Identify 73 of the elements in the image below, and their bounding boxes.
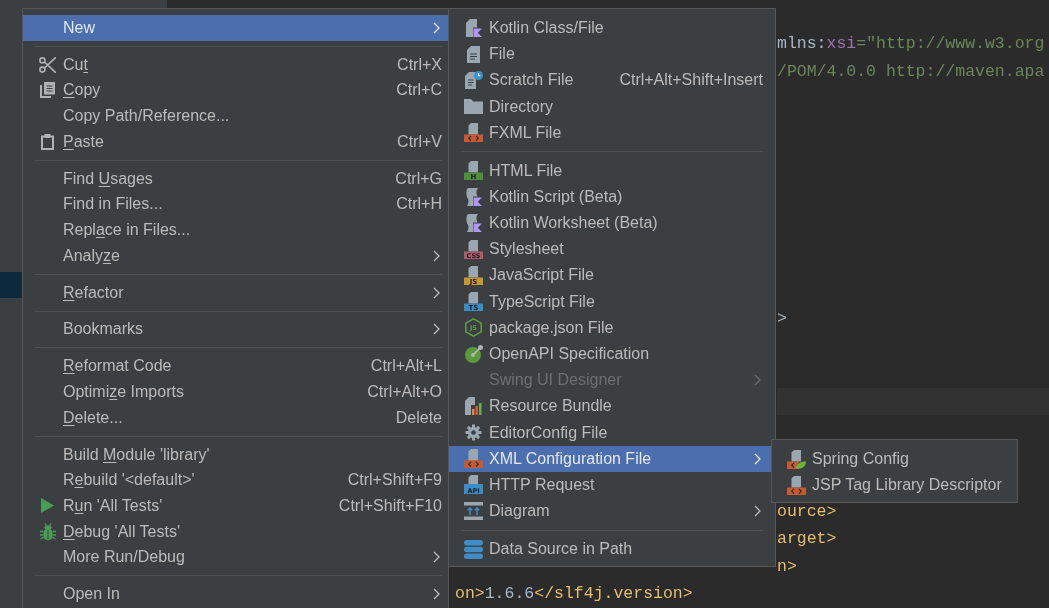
scissors-icon <box>39 56 56 73</box>
menu-item[interactable]: Reformat Code Ctrl+Alt+L <box>23 353 448 380</box>
database-icon <box>464 539 483 559</box>
menu-item[interactable]: Scratch File Ctrl+Alt+Shift+Insert <box>449 67 775 94</box>
file-chart-icon <box>465 397 482 416</box>
shortcut-text: Ctrl+Alt+O <box>366 383 442 402</box>
code-text: mlns:xsi="http://www.w3.org <box>777 37 1045 51</box>
menu-item[interactable]: Paste Ctrl+V <box>23 128 448 155</box>
menu-item[interactable]: Kotlin Class/File <box>449 15 775 42</box>
menu-item[interactable]: Directory <box>449 93 775 120</box>
menu-item[interactable]: Find in Files... Ctrl+H <box>23 191 448 218</box>
menu-item[interactable]: Refactor <box>23 279 448 306</box>
code-text: > <box>777 312 787 326</box>
menu-item[interactable]: Spring Config <box>772 446 1017 473</box>
code-text: n> <box>777 559 797 573</box>
menu-item[interactable]: Kotlin Worksheet (Beta) <box>449 210 775 237</box>
file-clock-icon <box>464 71 483 90</box>
code-text: on>1.6.6</slf4j.version> <box>455 587 693 601</box>
file-icon <box>467 45 480 63</box>
menu-item[interactable]: Rebuild '<default>' Ctrl+Shift+F9 <box>23 467 448 494</box>
shortcut-text: Ctrl+H <box>395 195 442 214</box>
menu-item[interactable]: Data Source in Path <box>449 535 775 563</box>
folder-icon <box>464 99 483 115</box>
kotlin-script-icon <box>465 187 482 206</box>
menu-item[interactable]: More Run/Debug <box>23 544 448 571</box>
menu-item[interactable]: Diagram <box>449 498 775 525</box>
menu-item[interactable]: FXML File <box>449 119 775 146</box>
menu-item[interactable]: Run 'All Tests' Ctrl+Shift+F10 <box>23 493 448 519</box>
code-text: ource> <box>777 504 837 518</box>
menu-item[interactable]: Replace in Files... <box>23 217 448 243</box>
menu-item[interactable]: JSP Tag Library Descriptor <box>772 472 1017 499</box>
menu-item[interactable]: Find Usages Ctrl+G <box>23 165 448 192</box>
code-file-icon <box>787 475 806 495</box>
code-file-leaf-icon <box>787 449 806 469</box>
shortcut-text: Ctrl+Shift+F10 <box>337 496 442 515</box>
bug-icon <box>39 523 56 541</box>
menu-item[interactable]: Open In <box>23 581 448 608</box>
menu-item[interactable]: Copy Path/Reference... <box>23 103 448 129</box>
menu-item[interactable]: Copy Ctrl+C <box>23 77 448 104</box>
menu-item[interactable]: Debug 'All Tests' <box>23 518 448 545</box>
menu-item[interactable]: OpenAPI Specification <box>449 340 775 368</box>
code-file-icon <box>464 449 483 469</box>
shortcut-text: Ctrl+C <box>395 81 442 100</box>
menu-item[interactable]: Cut Ctrl+X <box>23 51 448 78</box>
copy-icon <box>40 82 55 99</box>
menu-item[interactable]: Bookmarks <box>23 316 448 343</box>
gear-icon <box>465 424 482 442</box>
needle-circle-icon <box>464 345 483 364</box>
code-text: arget> <box>777 532 837 546</box>
shortcut-text: Ctrl+Alt+Shift+Insert <box>618 71 763 90</box>
menu-item[interactable]: Delete... Delete <box>23 404 448 431</box>
kotlin-file-icon <box>465 19 482 38</box>
menu-item[interactable]: Resource Bundle <box>449 393 775 420</box>
shortcut-text: Ctrl+V <box>396 132 442 151</box>
play-icon <box>41 498 54 514</box>
clipboard-icon <box>41 133 54 150</box>
menu-item[interactable]: New <box>23 15 448 41</box>
kotlin-script-icon <box>465 214 482 233</box>
code-text: /POM/4.0.0 http://maven.apa <box>777 64 1045 78</box>
menu-item[interactable]: Optimize Imports Ctrl+Alt+O <box>23 379 448 405</box>
selected-tree-row <box>0 272 22 298</box>
menu-item[interactable]: Build Module 'library' <box>23 441 448 468</box>
shortcut-text: Ctrl+Shift+F9 <box>346 471 442 490</box>
diagram-icon <box>464 502 483 521</box>
shortcut-text: Ctrl+Alt+L <box>369 357 442 376</box>
code-file-icon <box>464 123 483 143</box>
menu-item[interactable]: EditorConfig File <box>449 419 775 446</box>
menu-item[interactable]: Analyze <box>23 242 448 269</box>
shortcut-text: Ctrl+G <box>394 169 442 188</box>
menu-item[interactable]: File <box>449 41 775 68</box>
shortcut-text: Delete <box>394 408 442 427</box>
menu-item[interactable]: Kotlin Script (Beta) <box>449 183 775 210</box>
shortcut-text: Ctrl+X <box>396 55 442 74</box>
